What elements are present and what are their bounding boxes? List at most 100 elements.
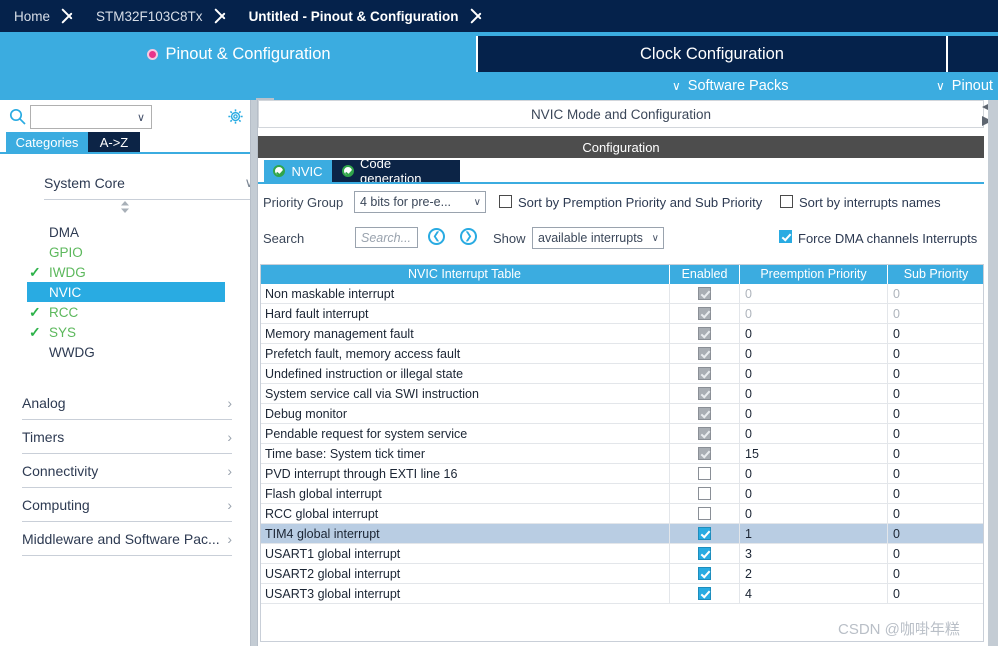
sub-priority-cell[interactable]: 0	[888, 524, 984, 543]
sub-priority-cell[interactable]: 0	[888, 324, 984, 343]
sidebar-item-dma[interactable]: DMA	[27, 222, 222, 242]
sidebar-group-system-core[interactable]: System Core ∨	[44, 166, 254, 200]
gear-icon[interactable]	[227, 108, 244, 125]
table-row[interactable]: Hard fault interrupt 0 0	[260, 304, 984, 324]
table-row[interactable]: Pendable request for system service 0 0	[260, 424, 984, 444]
force-dma-checkbox[interactable]	[779, 230, 792, 243]
breadcrumb-item-device[interactable]: STM32F103C8Tx	[82, 0, 213, 32]
table-row[interactable]: TIM4 global interrupt 1 0	[260, 524, 984, 544]
table-row[interactable]: System service call via SWI instruction 0…	[260, 384, 984, 404]
preemption-priority-cell[interactable]: 0	[740, 344, 888, 363]
preemption-priority-cell[interactable]: 0	[740, 304, 888, 323]
sub-priority-cell[interactable]: 0	[888, 364, 984, 383]
enabled-checkbox[interactable]	[698, 447, 711, 460]
sidebar-item-iwdg[interactable]: ✓ IWDG	[27, 262, 222, 282]
enabled-cell[interactable]	[670, 284, 740, 303]
enabled-cell[interactable]	[670, 464, 740, 483]
enabled-checkbox[interactable]	[698, 427, 711, 440]
table-row[interactable]: USART1 global interrupt 3 0	[260, 544, 984, 564]
table-row[interactable]: USART3 global interrupt 4 0	[260, 584, 984, 604]
sidebar-category-analog[interactable]: Analog ›	[22, 386, 232, 420]
preemption-priority-cell[interactable]: 0	[740, 424, 888, 443]
enabled-checkbox[interactable]	[698, 487, 711, 500]
preemption-priority-cell[interactable]: 15	[740, 444, 888, 463]
sub-priority-cell[interactable]: 0	[888, 384, 984, 403]
sidebar-category-connectivity[interactable]: Connectivity ›	[22, 454, 232, 488]
preemption-priority-cell[interactable]: 0	[740, 504, 888, 523]
tab-categories[interactable]: Categories	[6, 132, 88, 152]
enabled-checkbox[interactable]	[698, 287, 711, 300]
enabled-checkbox[interactable]	[698, 307, 711, 320]
enabled-cell[interactable]	[670, 324, 740, 343]
pinout-menu[interactable]: ∨ Pinout	[936, 74, 993, 98]
enabled-cell[interactable]	[670, 384, 740, 403]
enabled-checkbox[interactable]	[698, 327, 711, 340]
preemption-priority-cell[interactable]: 0	[740, 284, 888, 303]
enabled-cell[interactable]	[670, 344, 740, 363]
enabled-checkbox[interactable]	[698, 567, 711, 580]
scroll-updown-handle-icon[interactable]	[118, 200, 132, 214]
breadcrumb-item-project[interactable]: Untitled - Pinout & Configuration	[235, 0, 469, 32]
enabled-cell[interactable]	[670, 304, 740, 323]
enabled-checkbox[interactable]	[698, 547, 711, 560]
enabled-cell[interactable]	[670, 504, 740, 523]
enabled-cell[interactable]	[670, 444, 740, 463]
sidebar-search-input[interactable]: ∨	[30, 105, 152, 129]
table-header-enabled[interactable]: Enabled	[670, 264, 740, 284]
enabled-checkbox[interactable]	[698, 387, 711, 400]
table-row[interactable]: Non maskable interrupt 0 0	[260, 284, 984, 304]
enabled-checkbox[interactable]	[698, 507, 711, 520]
show-filter-select[interactable]: available interrupts ∨	[532, 227, 664, 249]
enabled-checkbox[interactable]	[698, 367, 711, 380]
enabled-cell[interactable]	[670, 544, 740, 563]
enabled-cell[interactable]	[670, 584, 740, 603]
preemption-priority-cell[interactable]: 0	[740, 364, 888, 383]
sub-priority-cell[interactable]: 0	[888, 544, 984, 563]
table-header-preemption[interactable]: Preemption Priority	[740, 264, 888, 284]
table-header-sub[interactable]: Sub Priority	[888, 264, 984, 284]
panel-splitter-track[interactable]	[251, 100, 257, 646]
sub-priority-cell[interactable]: 0	[888, 504, 984, 523]
sidebar-category-timers[interactable]: Timers ›	[22, 420, 232, 454]
enabled-checkbox[interactable]	[698, 407, 711, 420]
sidebar-item-wwdg[interactable]: WWDG	[27, 342, 222, 362]
preemption-priority-cell[interactable]: 4	[740, 584, 888, 603]
sidebar-category-middleware[interactable]: Middleware and Software Pac... ›	[22, 522, 232, 556]
table-row[interactable]: Debug monitor 0 0	[260, 404, 984, 424]
table-row[interactable]: PVD interrupt through EXTI line 16 0 0	[260, 464, 984, 484]
preemption-priority-cell[interactable]: 2	[740, 564, 888, 583]
table-row[interactable]: Time base: System tick timer 15 0	[260, 444, 984, 464]
preemption-priority-cell[interactable]: 0	[740, 484, 888, 503]
tab-nvic[interactable]: NVIC	[264, 160, 332, 182]
enabled-checkbox[interactable]	[698, 467, 711, 480]
preemption-priority-cell[interactable]: 3	[740, 544, 888, 563]
interrupt-search-input[interactable]: Search...	[355, 227, 418, 248]
sub-priority-cell[interactable]: 0	[888, 464, 984, 483]
sidebar-item-rcc[interactable]: ✓ RCC	[27, 302, 222, 322]
sort-preemption-checkbox[interactable]	[499, 195, 512, 208]
sidebar-item-gpio[interactable]: GPIO	[27, 242, 222, 262]
table-row[interactable]: Memory management fault 0 0	[260, 324, 984, 344]
table-row[interactable]: Prefetch fault, memory access fault 0 0	[260, 344, 984, 364]
enabled-cell[interactable]	[670, 524, 740, 543]
sub-priority-cell[interactable]: 0	[888, 344, 984, 363]
enabled-checkbox[interactable]	[698, 587, 711, 600]
preemption-priority-cell[interactable]: 0	[740, 404, 888, 423]
table-header-name[interactable]: NVIC Interrupt Table	[260, 264, 670, 284]
search-next-button[interactable]: ❯	[460, 228, 477, 245]
software-packs-menu[interactable]: ∨ Software Packs	[672, 74, 789, 98]
enabled-cell[interactable]	[670, 484, 740, 503]
sidebar-item-sys[interactable]: ✓ SYS	[27, 322, 222, 342]
table-row[interactable]: Flash global interrupt 0 0	[260, 484, 984, 504]
sub-priority-cell[interactable]: 0	[888, 404, 984, 423]
search-prev-button[interactable]: ❮	[428, 228, 445, 245]
tab-pinout-configuration[interactable]: Pinout & Configuration	[0, 36, 478, 72]
sub-priority-cell[interactable]: 0	[888, 584, 984, 603]
preemption-priority-cell[interactable]: 0	[740, 324, 888, 343]
preemption-priority-cell[interactable]: 0	[740, 384, 888, 403]
table-row[interactable]: RCC global interrupt 0 0	[260, 504, 984, 524]
preemption-priority-cell[interactable]: 0	[740, 464, 888, 483]
sub-priority-cell[interactable]: 0	[888, 284, 984, 303]
enabled-cell[interactable]	[670, 564, 740, 583]
breadcrumb-item-home[interactable]: Home	[0, 0, 60, 32]
